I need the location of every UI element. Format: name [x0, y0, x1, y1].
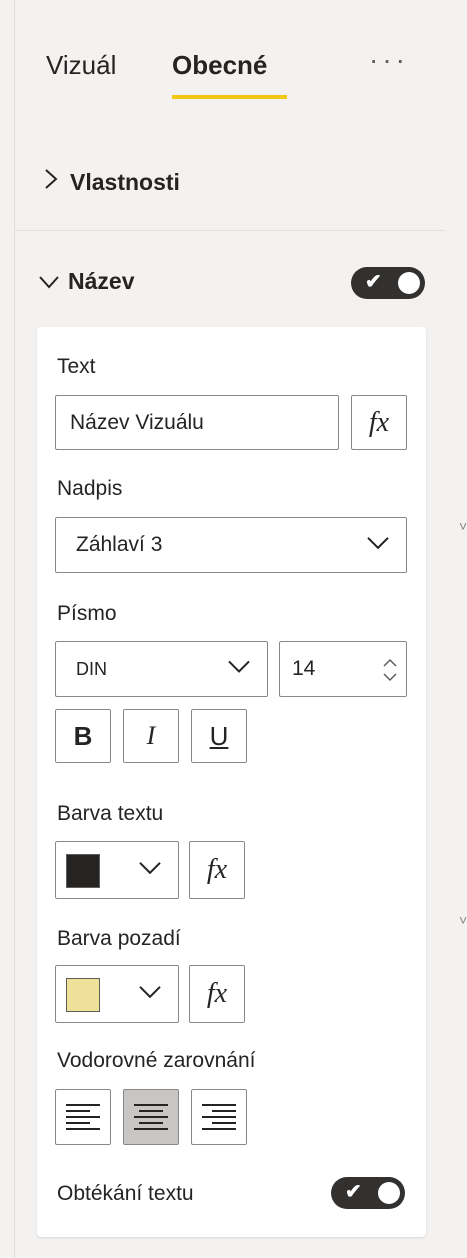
chevron-down-icon — [366, 532, 390, 556]
tab-bar: Vizuál Obecné ··· — [14, 0, 445, 120]
font-family-value: DIN — [76, 658, 107, 679]
background-color-label: Barva pozadí — [57, 927, 181, 950]
font-size-value: 14 — [292, 657, 316, 680]
text-color-picker[interactable] — [55, 841, 179, 899]
tab-visual[interactable]: Vizuál — [46, 50, 116, 81]
font-size-stepper[interactable]: 14 — [279, 641, 407, 697]
check-icon: ✔ — [365, 271, 382, 293]
chevron-down-icon: ˅ — [459, 518, 467, 534]
text-input-value: Název Vizuálu — [70, 410, 204, 434]
fx-icon: fx — [206, 854, 228, 885]
background-color-picker[interactable] — [55, 965, 179, 1023]
bold-button[interactable]: B — [55, 709, 111, 763]
italic-icon: I — [146, 721, 156, 750]
align-right-button[interactable] — [191, 1089, 247, 1145]
chevron-down-icon: ˅ — [459, 912, 467, 928]
text-color-fx-button[interactable]: fx — [189, 841, 245, 899]
properties-header[interactable]: Vlastnosti — [40, 168, 180, 196]
chevron-down-icon — [227, 657, 251, 678]
toggle-knob — [378, 1182, 400, 1204]
heading-dropdown[interactable]: Záhlaví 3 — [55, 517, 407, 573]
underline-icon: U — [209, 720, 229, 751]
more-options-icon[interactable]: ··· — [369, 44, 409, 76]
title-section-label: Název — [68, 268, 135, 294]
align-left-icon — [66, 1104, 100, 1130]
stepper-down-icon[interactable] — [382, 664, 398, 688]
fx-icon: fx — [368, 406, 390, 438]
font-label: Písmo — [57, 602, 117, 625]
toggle-knob — [398, 272, 420, 294]
text-color-label: Barva textu — [57, 802, 164, 825]
font-family-dropdown[interactable]: DIN — [55, 641, 268, 697]
bold-icon: B — [73, 720, 93, 751]
align-center-button[interactable] — [123, 1089, 179, 1145]
italic-button[interactable]: I — [123, 709, 179, 763]
check-icon: ✔ — [345, 1181, 362, 1203]
background-color-swatch — [66, 978, 100, 1012]
tab-general[interactable]: Obecné — [172, 50, 267, 81]
alignment-label: Vodorovné zarovnání — [57, 1049, 256, 1072]
align-left-button[interactable] — [55, 1089, 111, 1145]
right-strip — [446, 0, 467, 1258]
text-color-swatch — [66, 854, 100, 888]
properties-label: Vlastnosti — [70, 168, 180, 195]
text-fx-button[interactable]: fx — [351, 395, 407, 450]
text-wrap-toggle[interactable]: ✔ — [331, 1177, 405, 1209]
text-label: Text — [57, 355, 96, 378]
heading-value: Záhlaví 3 — [76, 533, 163, 556]
heading-label: Nadpis — [57, 477, 123, 500]
active-tab-indicator — [172, 95, 287, 99]
chevron-down-icon — [138, 857, 162, 881]
title-settings-card: Text Název Vizuálu fx Nadpis Záhlaví 3 P… — [37, 327, 426, 1237]
chevron-right-icon — [40, 168, 62, 196]
title-toggle[interactable]: ✔ — [351, 267, 425, 299]
chevron-down-icon — [138, 981, 162, 1005]
text-input[interactable]: Název Vizuálu — [55, 395, 339, 450]
properties-section: Vlastnosti — [14, 150, 445, 231]
text-wrap-label: Obtékání textu — [57, 1182, 194, 1205]
chevron-down-icon — [38, 268, 60, 295]
align-right-icon — [202, 1104, 236, 1130]
background-color-fx-button[interactable]: fx — [189, 965, 245, 1023]
underline-button[interactable]: U — [191, 709, 247, 763]
title-section-header[interactable]: Název — [38, 268, 134, 295]
align-center-icon — [134, 1104, 168, 1130]
fx-icon: fx — [206, 978, 228, 1009]
